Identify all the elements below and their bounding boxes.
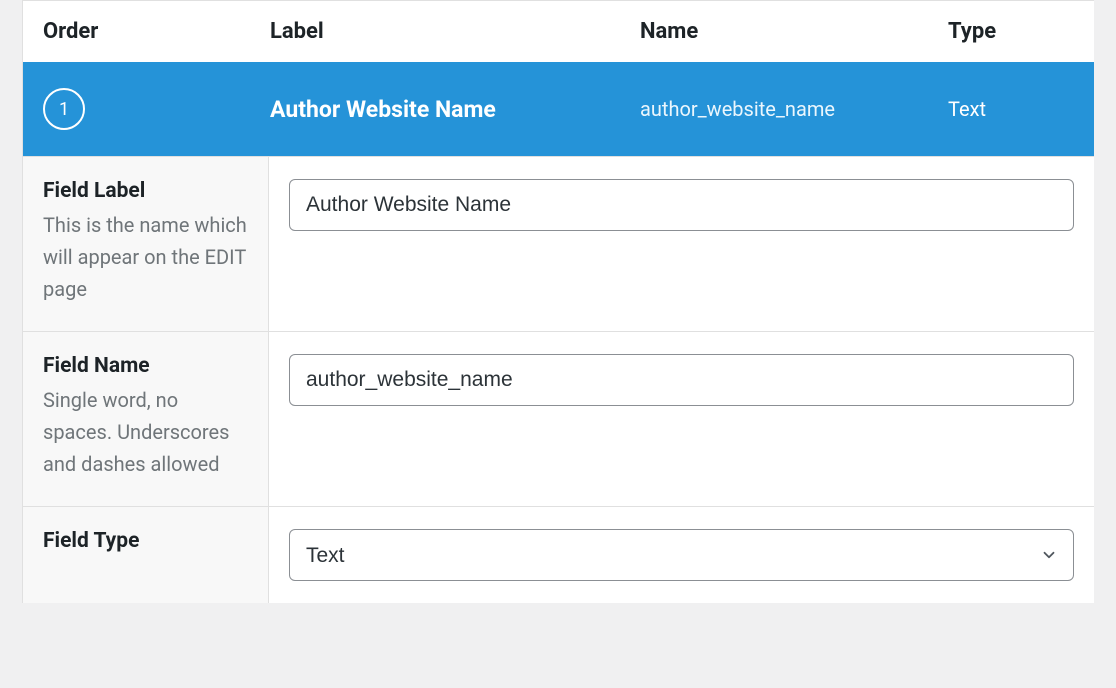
- column-headers: Order Label Name Type: [22, 0, 1094, 62]
- field-label-cell[interactable]: Author Website Name: [270, 96, 640, 123]
- setting-right: [269, 157, 1094, 331]
- field-type-select-wrap: Text: [289, 529, 1074, 581]
- order-number: 1: [59, 99, 69, 120]
- field-settings: Field Label This is the name which will …: [22, 156, 1094, 603]
- field-order-cell: 1: [23, 88, 270, 130]
- field-row-selected[interactable]: 1 Author Website Name author_website_nam…: [22, 62, 1094, 156]
- header-type: Type: [948, 19, 1094, 44]
- order-badge[interactable]: 1: [43, 88, 85, 130]
- setting-left: Field Type: [22, 507, 269, 603]
- field-name-input[interactable]: [289, 354, 1074, 406]
- setting-desc-field-name: Single word, no spaces. Underscores and …: [43, 384, 248, 480]
- header-order: Order: [23, 19, 270, 44]
- field-type-cell: Text: [948, 97, 1094, 121]
- setting-row-field-name: Field Name Single word, no spaces. Under…: [22, 332, 1094, 507]
- setting-left: Field Label This is the name which will …: [22, 157, 269, 331]
- field-name-cell: author_website_name: [640, 97, 948, 121]
- header-name: Name: [640, 19, 948, 44]
- setting-title-field-type: Field Type: [43, 529, 248, 553]
- setting-title-field-label: Field Label: [43, 179, 248, 203]
- header-label: Label: [270, 19, 640, 44]
- field-type-select[interactable]: Text: [289, 529, 1074, 581]
- setting-row-field-type: Field Type Text: [22, 507, 1094, 603]
- setting-right: Text: [269, 507, 1094, 603]
- setting-left: Field Name Single word, no spaces. Under…: [22, 332, 269, 506]
- field-label-input[interactable]: [289, 179, 1074, 231]
- setting-row-field-label: Field Label This is the name which will …: [22, 157, 1094, 332]
- setting-right: [269, 332, 1094, 506]
- field-group-panel: Order Label Name Type 1 Author Website N…: [22, 0, 1094, 603]
- setting-desc-field-label: This is the name which will appear on th…: [43, 209, 248, 305]
- setting-title-field-name: Field Name: [43, 354, 248, 378]
